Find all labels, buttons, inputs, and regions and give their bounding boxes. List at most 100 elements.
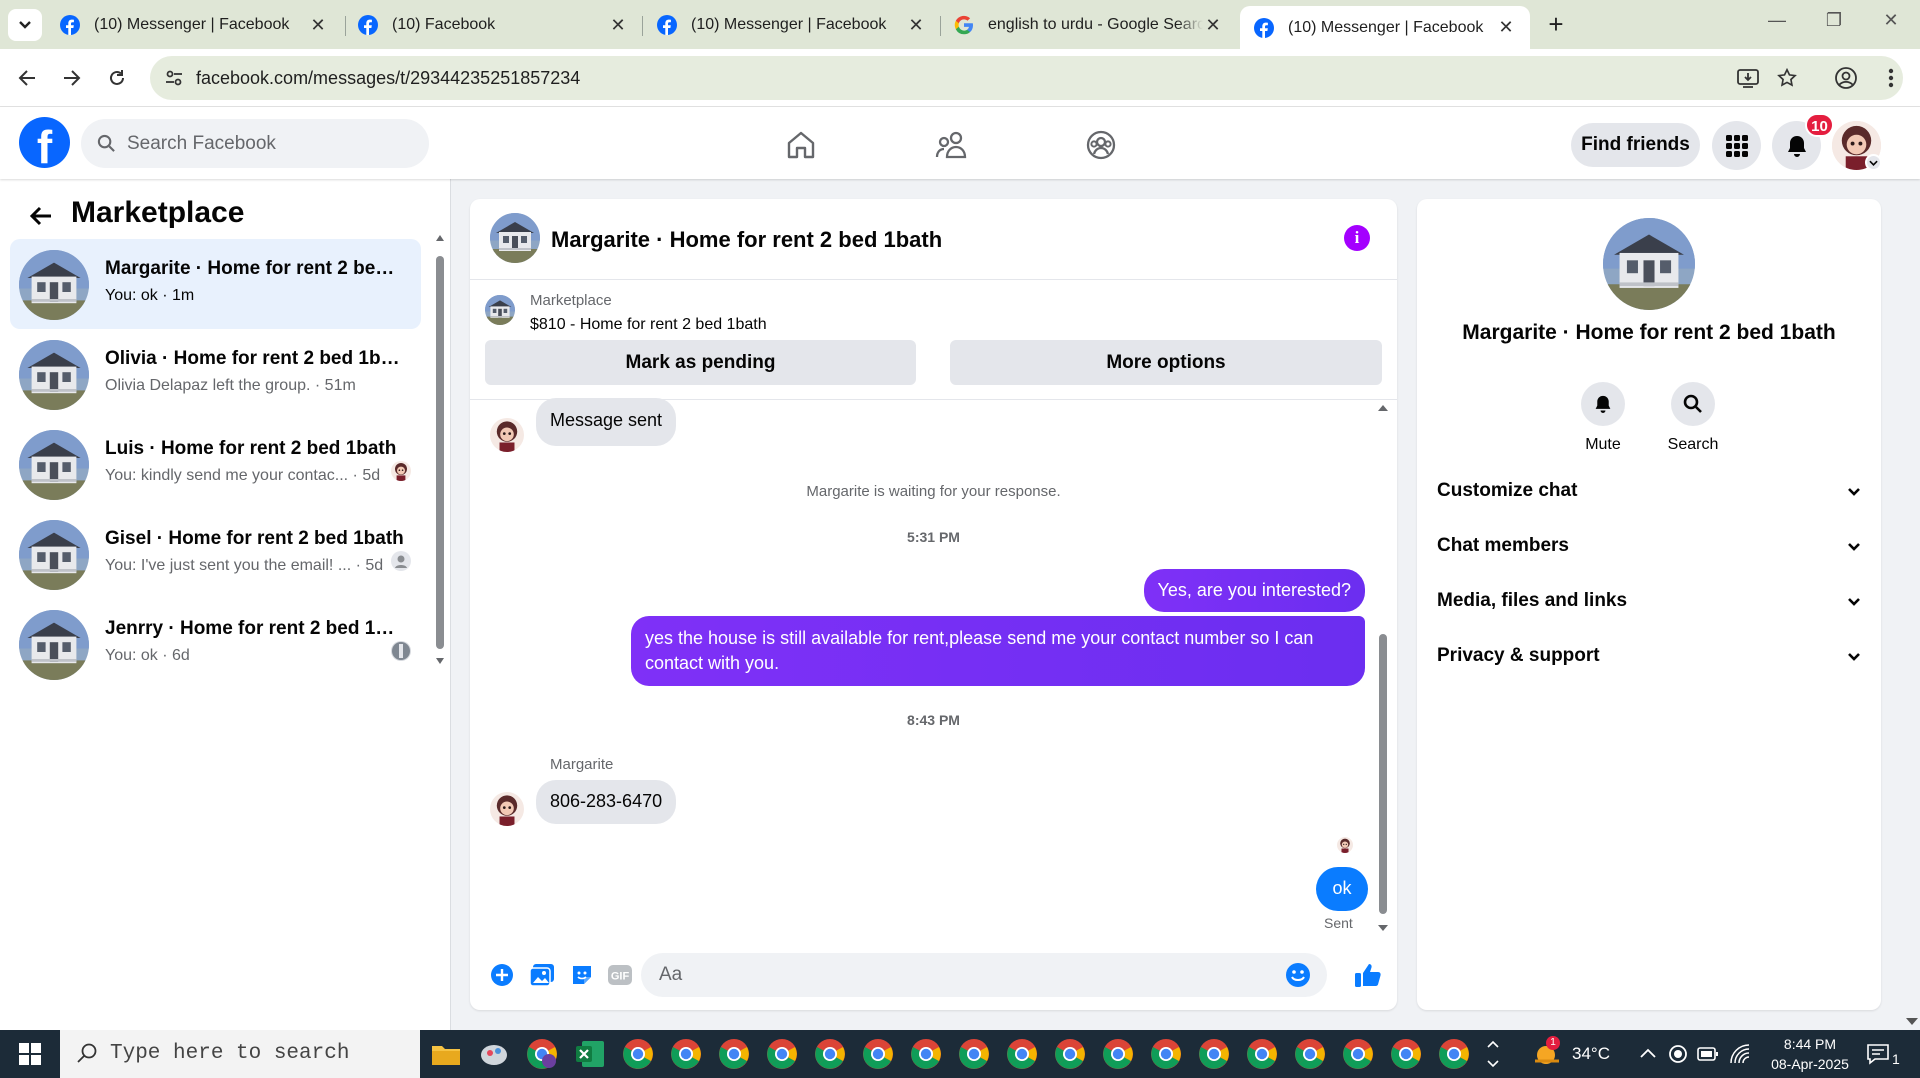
browser-tab[interactable]: (10) Messenger | Facebook ✕ (643, 6, 940, 44)
conversation-title[interactable]: Margarite · Home for rent 2 bed 1bath (551, 227, 942, 253)
new-tab-button[interactable]: + (1542, 10, 1570, 38)
chrome-profile-icon[interactable] (526, 1038, 558, 1070)
search-in-conversation-button[interactable] (1671, 382, 1715, 426)
wifi-icon[interactable] (1729, 1043, 1751, 1065)
chrome-icon[interactable] (1102, 1038, 1134, 1070)
browser-tab[interactable]: (10) Messenger | Facebook ✕ (46, 6, 342, 44)
facebook-logo[interactable]: f (19, 117, 70, 168)
forward-button[interactable] (55, 61, 89, 95)
browser-tab-active[interactable]: (10) Messenger | Facebook ✕ (1240, 6, 1530, 49)
sender-avatar[interactable] (490, 792, 524, 826)
mark-as-pending-button[interactable]: Mark as pending (485, 340, 916, 385)
reload-button[interactable] (100, 61, 134, 95)
taskbar-overflow-arrows[interactable] (1486, 1030, 1500, 1078)
conversation-item[interactable]: Olivia · Home for rent 2 bed 1bath Olivi… (10, 329, 421, 419)
close-icon[interactable]: ✕ (906, 15, 926, 35)
search-action[interactable]: Search (1658, 382, 1728, 454)
sender-avatar[interactable] (490, 418, 524, 452)
close-icon[interactable]: ✕ (1203, 15, 1223, 35)
scroll-down-arrow-icon[interactable] (1377, 924, 1389, 932)
close-icon[interactable]: ✕ (1496, 17, 1516, 38)
section-customize-chat[interactable]: Customize chat (1437, 469, 1861, 513)
system-clock[interactable]: 8:44 PM 08-Apr-2025 (1764, 1034, 1856, 1074)
send-like-button[interactable] (1354, 961, 1382, 989)
minimize-button[interactable]: — (1762, 10, 1792, 38)
chrome-icon[interactable] (814, 1038, 846, 1070)
battery-icon[interactable] (1697, 1046, 1719, 1062)
conversation-item[interactable]: Gisel · Home for rent 2 bed 1bath You: I… (10, 509, 421, 599)
menu-button[interactable] (1712, 121, 1761, 170)
find-friends-button[interactable]: Find friends (1571, 123, 1700, 167)
chrome-icon[interactable] (1294, 1038, 1326, 1070)
install-app-icon[interactable] (1736, 67, 1760, 89)
scroll-up-arrow-icon[interactable] (435, 234, 445, 242)
chrome-icon[interactable] (1198, 1038, 1230, 1070)
scroll-thumb[interactable] (436, 256, 444, 649)
scroll-up-arrow-icon[interactable] (1377, 404, 1389, 412)
more-options-button[interactable]: More options (950, 340, 1382, 385)
bookmark-star-icon[interactable] (1776, 67, 1798, 89)
message-bubble-incoming[interactable]: Message sent (536, 398, 677, 446)
address-bar[interactable]: facebook.com/messages/t/2934423525185723… (150, 56, 1903, 100)
attach-photo-button[interactable] (528, 961, 556, 989)
more-actions-button[interactable] (488, 961, 516, 989)
chrome-icon[interactable] (718, 1038, 750, 1070)
restore-button[interactable]: ❐ (1819, 10, 1849, 38)
profile-icon[interactable] (1834, 66, 1858, 90)
more-vertical-icon[interactable] (1886, 66, 1896, 90)
scroll-down-arrow-icon[interactable] (1905, 1017, 1919, 1027)
emoji-icon[interactable] (1285, 962, 1311, 988)
start-button[interactable] (0, 1030, 60, 1078)
scroll-thumb[interactable] (1379, 634, 1387, 914)
info-icon[interactable]: i (1344, 225, 1370, 251)
chrome-icon[interactable] (670, 1038, 702, 1070)
chrome-icon[interactable] (910, 1038, 942, 1070)
sidebar-scrollbar[interactable] (435, 235, 445, 664)
listing-thumbnail[interactable] (485, 295, 515, 325)
message-bubble-outgoing[interactable]: Yes, are you interested? (1143, 569, 1365, 612)
conversation-item[interactable]: Jenrry · Home for rent 2 bed 1bath You: … (10, 599, 421, 689)
excel-icon[interactable] (574, 1038, 606, 1070)
section-chat-members[interactable]: Chat members (1437, 524, 1861, 568)
conversation-item[interactable]: Luis · Home for rent 2 bed 1bath You: ki… (10, 419, 421, 509)
back-button[interactable] (24, 199, 58, 233)
friends-nav-button[interactable] (931, 125, 971, 165)
section-privacy-support[interactable]: Privacy & support (1437, 634, 1861, 678)
tab-search-menu-button[interactable] (8, 9, 42, 41)
sticker-button[interactable] (568, 961, 596, 989)
chrome-icon[interactable] (1054, 1038, 1086, 1070)
close-window-button[interactable]: ✕ (1876, 10, 1906, 38)
conversation-item[interactable]: Margarite · Home for rent 2 bed 1bath Yo… (10, 239, 421, 329)
notification-center-button[interactable]: 1 (1866, 1030, 1900, 1078)
facebook-search-input[interactable] (125, 119, 415, 168)
chrome-icon[interactable] (1342, 1038, 1374, 1070)
mute-action[interactable]: Mute (1568, 382, 1638, 454)
listing-price-title[interactable]: $810 - Home for rent 2 bed 1bath (530, 316, 767, 334)
site-info-icon[interactable] (164, 68, 184, 88)
chrome-icon[interactable] (1246, 1038, 1278, 1070)
message-bubble-outgoing[interactable]: yes the house is still available for ren… (631, 616, 1365, 686)
file-explorer-icon[interactable] (430, 1038, 462, 1070)
chrome-icon[interactable] (1150, 1038, 1182, 1070)
message-bubble-outgoing[interactable]: ok (1316, 867, 1368, 911)
chrome-icon[interactable] (862, 1038, 894, 1070)
groups-nav-button[interactable] (1081, 125, 1121, 165)
show-hidden-icons-icon[interactable] (1640, 1048, 1656, 1058)
messages-scrollbar[interactable] (1377, 404, 1389, 934)
conversation-avatar[interactable] (490, 213, 540, 263)
close-icon[interactable]: ✕ (608, 15, 628, 35)
facebook-search-box[interactable] (81, 119, 429, 168)
weather-widget[interactable]: 1 34°C (1532, 1030, 1610, 1078)
page-scrollbar[interactable] (1905, 107, 1920, 1030)
chrome-icon[interactable] (1438, 1038, 1470, 1070)
browser-tab[interactable]: english to urdu - Google Search ✕ (940, 6, 1237, 44)
close-icon[interactable]: ✕ (308, 15, 328, 35)
chrome-icon[interactable] (622, 1038, 654, 1070)
chrome-icon[interactable] (1006, 1038, 1038, 1070)
record-icon[interactable] (1668, 1044, 1688, 1064)
app-icon[interactable] (478, 1038, 510, 1070)
browser-tab[interactable]: (10) Facebook ✕ (344, 6, 642, 44)
conversation-avatar-large[interactable] (1603, 218, 1695, 310)
message-input-box[interactable] (641, 953, 1327, 997)
back-button[interactable] (10, 61, 44, 95)
